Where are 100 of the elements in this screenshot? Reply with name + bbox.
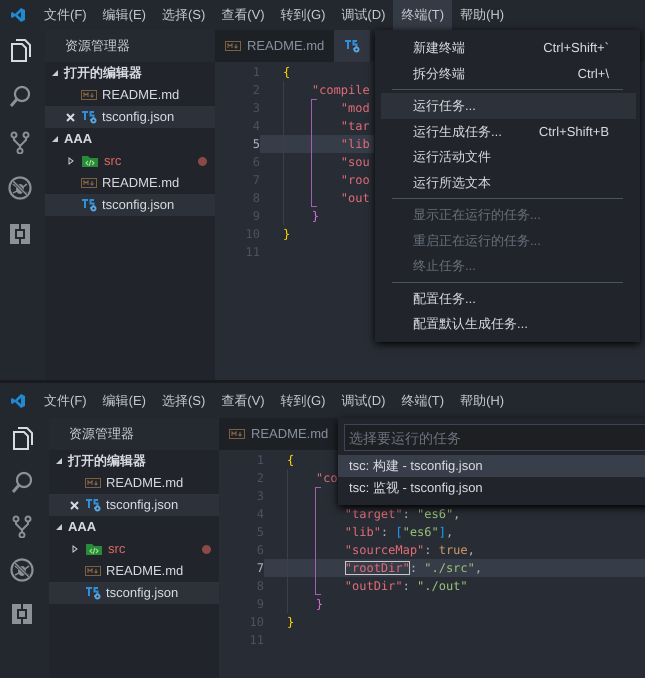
file-row[interactable]: tsconfig.json [45,194,215,216]
code-line: { [286,452,296,469]
ts-file-icon [85,498,101,512]
folder-icon [85,542,103,556]
file-row[interactable]: src [45,150,215,172]
extensions-icon[interactable] [10,602,34,626]
file-row[interactable]: tsconfig.json [49,494,219,516]
menu-item[interactable]: 帮助(H) [452,383,512,418]
menu-entry-label: 重启正在运行的任务... [413,232,541,250]
menu-item[interactable]: 编辑(E) [94,383,154,418]
editor-tab[interactable] [334,30,370,62]
file-row[interactable]: README.md [49,560,219,582]
editor-tab[interactable]: README.md [219,418,337,450]
code-line: } [286,614,296,631]
quick-pick-item[interactable]: tsc: 监视 - tsconfig.json [338,477,645,499]
menu-item[interactable]: 终端(T) [393,383,452,418]
menu-entry[interactable]: 配置默认生成任务... [381,311,636,336]
code-line: "mod [340,100,371,117]
section-title: AAA [64,130,92,148]
section-title: 打开的编辑器 [68,452,146,470]
file-name: tsconfig.json [106,584,178,602]
section-title: 打开的编辑器 [64,64,142,82]
file-name: README.md [102,86,180,104]
search-icon[interactable] [8,84,32,108]
search-field[interactable]: 选择要运行的任务 [344,424,645,451]
caret-icon [51,69,59,77]
line-number: 7 [256,560,264,577]
file-row[interactable]: README.md [49,472,219,494]
no-bug-icon[interactable] [10,558,34,582]
menu-entry[interactable]: 运行生成任务... Ctrl+Shift+B [381,118,636,144]
markdown-file-icon [85,566,101,576]
file-name: README.md [106,474,184,492]
line-number: 5 [252,136,260,153]
menu-item[interactable]: 转到(G) [272,383,334,418]
menu-item[interactable]: 调试(D) [333,383,394,418]
file-row[interactable]: README.md [45,84,215,106]
close-icon[interactable] [66,112,75,122]
menu-item[interactable]: 选择(S) [154,0,214,30]
search-icon[interactable] [10,470,34,494]
menu-item[interactable]: 查看(V) [213,0,273,30]
close-icon[interactable] [70,500,79,510]
menu-entry-label: 显示正在运行的任务... [413,206,541,224]
code-line: } [310,208,320,225]
file-name: tsconfig.json [106,496,178,514]
menu-item[interactable]: 转到(G) [272,0,334,30]
ts-file-icon [81,110,97,124]
menu-item[interactable]: 调试(D) [333,0,394,30]
section-header[interactable]: 打开的编辑器 [45,62,215,84]
no-bug-icon[interactable] [8,176,32,200]
source-control-icon[interactable] [8,130,32,154]
caret-icon [55,457,63,465]
file-row[interactable]: src [49,538,219,560]
ts-file-icon [85,586,101,600]
menu-item[interactable]: 文件(F) [36,0,95,30]
code-line: "lib": ["es6"], [344,524,454,541]
file-name: src [108,540,126,558]
code-line: "sou [340,154,371,171]
menu-item[interactable]: 查看(V) [213,383,273,418]
menu-entry[interactable]: 配置任务... [381,286,636,311]
menu-entry-label: 运行生成任务... [413,122,502,140]
file-name: tsconfig.json [102,196,174,214]
code-line: "outDir": "./out" [344,578,469,595]
menu-entry[interactable]: 拆分终端 Ctrl+\ [381,60,636,86]
files-icon[interactable] [8,38,32,62]
menu-entry[interactable]: 新建终端 Ctrl+Shift+` [381,35,636,60]
menu-entry[interactable]: 运行所选文本 [381,170,636,195]
menu-entry-label: 拆分终端 [413,64,465,82]
app-logo-icon [11,394,25,408]
editor-tab[interactable]: README.md [215,30,334,62]
menu-item[interactable]: 文件(F) [36,383,95,418]
menu-item[interactable]: 编辑(E) [94,0,154,30]
code-line: "tar [340,118,371,135]
file-name: README.md [106,562,184,580]
source-control-icon[interactable] [10,514,34,538]
file-row[interactable]: tsconfig.json [49,582,219,604]
menu-entry[interactable]: 运行活动文件 [381,144,636,170]
menu-item[interactable]: 帮助(H) [452,0,512,30]
menu-entry-label: 配置默认生成任务... [413,315,528,333]
section-header[interactable]: AAA [49,516,219,538]
menu-item[interactable]: 选择(S) [154,383,214,418]
code-line: } [282,226,292,243]
section-title: AAA [68,518,96,536]
file-row[interactable]: tsconfig.json [45,106,215,128]
menu-entry-label: 新建终端 [413,39,465,57]
quick-pick-item[interactable]: tsc: 构建 - tsconfig.json [338,455,645,477]
ts-file-icon [344,39,360,53]
section-header[interactable]: AAA [45,128,215,150]
file-row[interactable]: README.md [45,172,215,194]
section-header[interactable]: 打开的编辑器 [49,450,219,472]
menu-entry-label: 运行任务... [413,97,476,115]
code-line: "sourceMap": true, [344,542,476,559]
menu-item[interactable]: 终端(T) [393,0,452,30]
code-line: } [314,596,324,613]
file-name: tsconfig.json [102,108,174,126]
sidebar-title: 资源管理器 [69,425,134,444]
sidebar-title: 资源管理器 [65,37,130,56]
files-icon[interactable] [10,426,34,450]
extensions-icon[interactable] [8,222,32,246]
code-line: "co [314,470,337,487]
menu-entry[interactable]: 运行任务... [381,93,636,118]
